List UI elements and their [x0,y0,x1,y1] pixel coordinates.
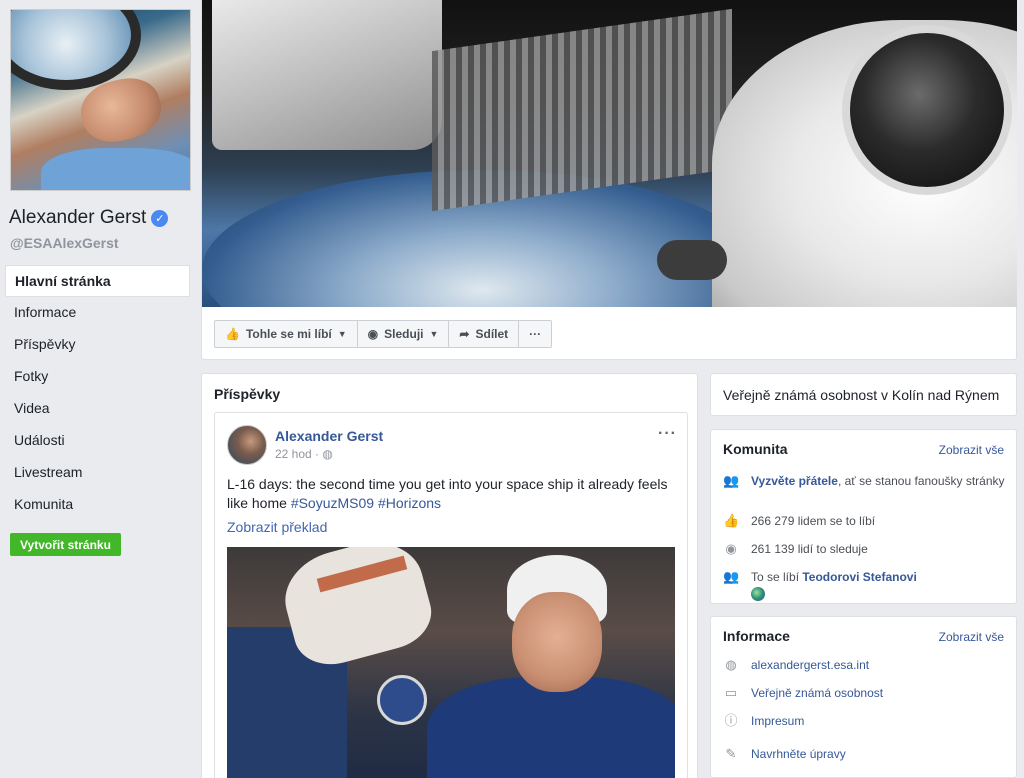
thumbs-up-icon: 👍 [225,327,240,341]
invite-rest: , ať se stanou fanoušky stránky [837,474,1005,488]
friend-likes-prefix: To se líbí [751,570,803,584]
nav-item-posts[interactable]: Příspěvky [5,329,190,361]
mission-patch-shape [377,675,427,725]
posts-card: Příspěvky Alexander Gerst 22 hod · ◍ ···… [201,373,698,778]
impressum-row: ⓘ Impresum [723,713,1006,729]
share-arrow-icon: ➦ [459,327,470,341]
more-dots-icon: ··· [529,327,542,341]
globe-icon: ◍ [725,657,737,672]
nav-item-photos[interactable]: Fotky [5,361,190,393]
nav-item-livestream[interactable]: Livestream [5,457,190,489]
helmet-visor-shape [842,25,1012,195]
nav-item-videos[interactable]: Videa [5,393,190,425]
info-heading: Informace [723,628,790,644]
info-see-all-link[interactable]: Zobrazit vše [939,630,1004,644]
pencil-icon: ✎ [725,746,737,761]
friend-avatar[interactable] [751,587,765,601]
like-label: Tohle se mi líbí [245,327,332,341]
hashtag-link[interactable]: #SoyuzMS09 [291,495,374,511]
friend-likes-text: To se líbí Teodorovi Stefanovi [751,569,917,605]
rss-icon: ◉ [725,541,737,556]
follow-label: Sleduji [384,327,424,341]
caret-down-icon: ▼ [429,329,439,339]
more-button[interactable]: ··· [519,321,551,347]
info-card: Informace Zobrazit vše ◍ alexandergerst.… [710,616,1017,778]
post-meta: 22 hod · ◍ [275,447,333,461]
nav-item-about[interactable]: Informace [5,297,190,329]
face-shape [512,592,602,692]
create-page-button[interactable]: Vytvořit stránku [10,533,121,556]
post-text: L-16 days: the second time you get into … [227,475,679,513]
glove-shape [657,240,727,280]
likes-row: 👍 266 279 lidem se to líbí [723,513,1006,529]
community-heading: Komunita [723,441,788,457]
community-card: Komunita Zobrazit vše 👥 Vyzvěte přátele,… [710,429,1017,604]
page-handle[interactable]: @ESAAlexGerst [10,235,119,251]
invite-text: Vyzvěte přátele, ať se stanou fanoušky s… [751,473,1005,489]
suggest-edits-link[interactable]: Navrhněte úpravy [751,746,846,762]
community-see-all-link[interactable]: Zobrazit vše [939,443,1004,457]
invite-row: 👥 Vyzvěte přátele, ať se stanou fanoušky… [723,473,1006,489]
category-row: ▭ Veřejně známá osobnost [723,685,1006,701]
public-figure-card: Veřejně známá osobnost v Kolín nad Rýnem [710,373,1017,416]
nav-item-home[interactable]: Hlavní stránka [5,265,190,297]
globe-icon: ◍ [322,447,333,461]
page-title[interactable]: Alexander Gerst ✓ [9,207,169,229]
impressum-link[interactable]: Impresum [751,713,804,729]
page-nav: Hlavní stránka Informace Příspěvky Fotky… [5,265,190,521]
friend-name-link[interactable]: Teodorovi Stefanovi [802,570,916,584]
hashtag-link[interactable]: #Horizons [378,495,441,511]
post-time[interactable]: 22 hod [275,447,312,461]
share-label: Sdílet [475,327,509,341]
station-truss-shape [432,8,732,212]
post-photo[interactable] [227,547,675,778]
shirt-shape [41,148,190,190]
profile-picture[interactable] [10,9,191,191]
spacesuit-shape [427,677,675,778]
post-options-icon[interactable]: ··· [658,425,677,443]
like-button[interactable]: 👍 Tohle se mi líbí ▼ [215,321,358,347]
cover-photo[interactable] [202,0,1017,307]
nav-item-events[interactable]: Události [5,425,190,457]
nav-item-community[interactable]: Komunita [5,489,190,521]
left-sidebar: Alexander Gerst ✓ @ESAAlexGerst Hlavní s… [0,0,200,778]
friend-likes-row: 👥 To se líbí Teodorovi Stefanovi [723,569,1006,605]
category-link[interactable]: Veřejně známá osobnost [751,685,883,701]
page-actions: 👍 Tohle se mi líbí ▼ ◉ Sleduji ▼ ➦ Sdíle… [214,320,553,348]
follow-button[interactable]: ◉ Sleduji ▼ [358,321,450,347]
suggest-edits-row: ✎ Navrhněte úpravy [723,746,1006,762]
public-figure-text[interactable]: Veřejně známá osobnost v Kolín nad Rýnem [723,387,999,403]
author-avatar[interactable] [227,425,267,465]
invite-friends-icon: 👥 [723,473,740,488]
posts-heading: Příspěvky [214,386,281,402]
post-author[interactable]: Alexander Gerst [275,428,383,444]
info-circle-icon: ⓘ [724,713,738,728]
post: Alexander Gerst 22 hod · ◍ ··· L-16 days… [214,412,688,778]
friends-icon: 👥 [723,569,740,584]
caret-down-icon: ▼ [337,329,347,339]
follows-count: 261 139 lidí to sleduje [751,542,868,556]
likes-count: 266 279 lidem se to líbí [751,514,876,528]
thumbs-up-icon: 👍 [723,513,740,528]
website-link[interactable]: alexandergerst.esa.int [751,657,869,673]
page-name[interactable]: Alexander Gerst [9,207,146,229]
share-button[interactable]: ➦ Sdílet [449,321,520,347]
station-module-shape [212,0,442,150]
invite-friends-link[interactable]: Vyzvěte přátele [751,474,838,488]
cover-card: 👍 Tohle se mi líbí ▼ ◉ Sleduji ▼ ➦ Sdíle… [201,0,1017,360]
rss-icon: ◉ [367,327,379,341]
verified-badge-icon: ✓ [151,209,169,227]
window-icon: ▭ [724,685,738,700]
follows-row: ◉ 261 139 lidí to sleduje [723,541,1006,557]
see-translation-link[interactable]: Zobrazit překlad [227,519,327,535]
website-row: ◍ alexandergerst.esa.int [723,657,1006,673]
